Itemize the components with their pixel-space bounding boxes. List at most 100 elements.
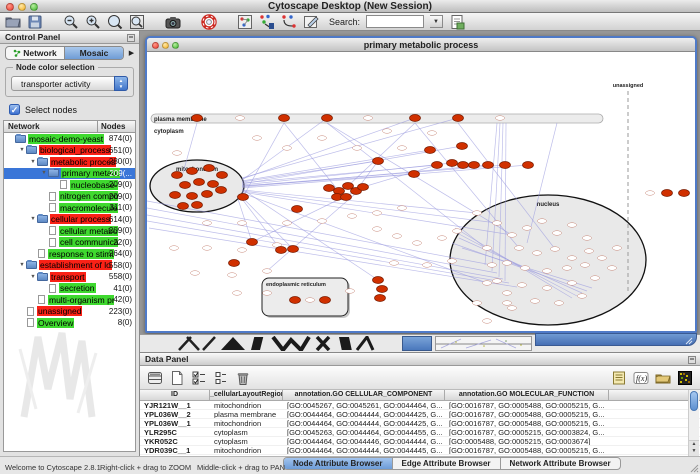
attribute-notes-icon[interactable] xyxy=(611,370,627,386)
tree-row[interactable]: nucleobase-209(0) xyxy=(4,179,135,191)
table-column-header[interactable]: annotation.GO CELLULAR_COMPONENT xyxy=(283,390,445,400)
tab-node-attribute-browser[interactable]: Node Attribute Browser xyxy=(284,458,392,469)
node-color-combobox[interactable]: transporter activity ▲▼ xyxy=(11,76,128,91)
table-row[interactable]: YDR039C__1mitochondrion[GO:0044464, GO:0… xyxy=(140,446,700,455)
table-cell[interactable]: [GO:0005488, GO:0005215, GO:0003674] xyxy=(445,437,609,445)
frame-zoom-button[interactable] xyxy=(172,42,179,49)
graph-node[interactable] xyxy=(203,246,212,251)
table-cell[interactable]: plasma membrane xyxy=(210,410,283,418)
graph-node[interactable] xyxy=(413,241,422,246)
table-row[interactable]: YKR052Ccytoplasm[GO:0044464, GO:0044446,… xyxy=(140,437,700,446)
tree-row[interactable]: macromolecule311(0) xyxy=(4,202,135,214)
scrollbar-arrows[interactable]: ▲▼ xyxy=(689,440,699,456)
tree-row[interactable]: nitrogen compo209(0) xyxy=(4,191,135,203)
graph-node[interactable] xyxy=(263,291,272,296)
table-cell[interactable]: [GO:0016787, GO:0005488, GO:0005215, G..… xyxy=(445,410,609,418)
graph-node[interactable] xyxy=(608,266,617,271)
graph-node[interactable] xyxy=(346,289,355,294)
graph-node[interactable] xyxy=(238,221,247,226)
attribute-table[interactable]: ID_cellularLayoutRegionannotation.GO CEL… xyxy=(140,390,700,456)
graph-node[interactable] xyxy=(208,181,219,188)
save-icon[interactable] xyxy=(27,14,43,30)
attribute-grid-icon[interactable] xyxy=(147,370,163,386)
disclosure-triangle-icon[interactable]: ▼ xyxy=(18,147,26,153)
disclosure-triangle-icon[interactable]: ▼ xyxy=(40,170,48,176)
graph-node[interactable] xyxy=(568,223,577,228)
table-cell[interactable]: [GO:0016787, GO:0005488, GO:0005215, G..… xyxy=(445,419,609,427)
open-attributes-icon[interactable] xyxy=(655,370,671,386)
graph-node[interactable] xyxy=(457,143,468,150)
disclosure-triangle-icon[interactable]: ▼ xyxy=(29,159,37,165)
graph-node[interactable] xyxy=(238,248,247,253)
graph-node[interactable] xyxy=(432,162,443,169)
graph-node[interactable] xyxy=(390,261,399,266)
attribute-table-body[interactable]: YJR121W__1mitochondrion[GO:0045267, GO:0… xyxy=(140,401,700,455)
graph-node[interactable] xyxy=(228,273,237,278)
layout-nodes-icon[interactable] xyxy=(259,14,275,30)
graph-node[interactable] xyxy=(180,182,191,189)
table-column-header[interactable]: ID xyxy=(140,390,210,400)
graph-node[interactable] xyxy=(483,319,492,324)
graph-node[interactable] xyxy=(483,162,494,169)
graph-node[interactable] xyxy=(238,194,249,201)
graph-node[interactable] xyxy=(533,251,542,256)
tree-row[interactable]: ▼biological_process651(0) xyxy=(4,145,135,157)
new-attribute-icon[interactable] xyxy=(169,370,185,386)
graph-node[interactable] xyxy=(598,256,607,261)
graph-node[interactable] xyxy=(216,187,227,194)
window-controls[interactable] xyxy=(6,3,38,11)
zoom-button[interactable] xyxy=(30,3,38,11)
graph-node[interactable] xyxy=(187,193,198,200)
graph-node[interactable] xyxy=(448,259,457,264)
graph-node[interactable] xyxy=(493,221,502,226)
tab-mosaic[interactable]: Mosaic xyxy=(64,47,123,59)
table-cell[interactable]: mitochondrion xyxy=(210,401,283,409)
tree-row[interactable]: secretion41(0) xyxy=(4,283,135,295)
graph-node[interactable] xyxy=(483,246,492,251)
graph-node[interactable] xyxy=(306,298,315,303)
table-cell[interactable]: YDR039C__1 xyxy=(140,446,210,454)
table-cell[interactable]: YPL036W__1 xyxy=(140,419,210,427)
graph-node[interactable] xyxy=(568,256,577,261)
graph-node[interactable] xyxy=(292,206,303,213)
graph-node[interactable] xyxy=(194,179,205,186)
graph-node[interactable] xyxy=(538,219,547,224)
background-frame-thumbnail[interactable] xyxy=(435,336,532,351)
graph-node[interactable] xyxy=(425,147,436,154)
table-cell[interactable]: [GO:0044464, GO:0044444, GO:0044425, G..… xyxy=(283,410,445,418)
tree-row[interactable]: multi-organism pro42(0) xyxy=(4,294,135,306)
graph-node[interactable] xyxy=(322,115,333,122)
delete-attribute-icon[interactable] xyxy=(235,370,251,386)
table-cell[interactable]: [GO:0045263, GO:0044464, GO:0044455, G..… xyxy=(283,428,445,436)
graph-node[interactable] xyxy=(192,115,203,122)
graph-node[interactable] xyxy=(568,281,577,286)
graph-node[interactable] xyxy=(503,301,512,306)
search-input[interactable] xyxy=(366,15,424,28)
graph-node[interactable] xyxy=(283,146,292,151)
graph-node[interactable] xyxy=(551,247,560,252)
resize-grip-icon[interactable] xyxy=(684,336,694,345)
tree-row[interactable]: ▼establishment of lo558(0) xyxy=(4,260,135,272)
graph-node[interactable] xyxy=(428,131,437,136)
graph-node[interactable] xyxy=(178,203,189,210)
graph-node[interactable] xyxy=(324,185,335,192)
tree-col-network[interactable]: Network xyxy=(4,121,97,132)
graph-node[interactable] xyxy=(508,233,517,238)
tree-row[interactable]: ▼metabolic process280(0) xyxy=(4,156,135,168)
table-cell[interactable]: [GO:0044464, GO:0044444, GO:0044445, G..… xyxy=(283,446,445,454)
zoom-fit-icon[interactable] xyxy=(129,14,145,30)
graph-node[interactable] xyxy=(518,283,527,288)
graph-node[interactable] xyxy=(563,266,572,271)
graph-node[interactable] xyxy=(515,246,524,251)
import-table-icon[interactable] xyxy=(449,14,465,30)
vizmapper-icon[interactable] xyxy=(237,14,253,30)
table-column-header[interactable]: annotation.GO MOLECULAR_FUNCTION xyxy=(445,390,609,400)
tab-edge-attribute-browser[interactable]: Edge Attribute Browser xyxy=(392,458,500,469)
tree-row[interactable]: Overview8(0) xyxy=(4,317,135,329)
graph-node[interactable] xyxy=(662,190,673,197)
graph-node[interactable] xyxy=(217,172,228,179)
table-cell[interactable]: [GO:0016787, GO:0005488, GO:0005215, G..… xyxy=(445,401,609,409)
graph-node[interactable] xyxy=(383,129,392,134)
graph-node[interactable] xyxy=(375,295,386,302)
frame-window-controls[interactable] xyxy=(152,42,179,49)
